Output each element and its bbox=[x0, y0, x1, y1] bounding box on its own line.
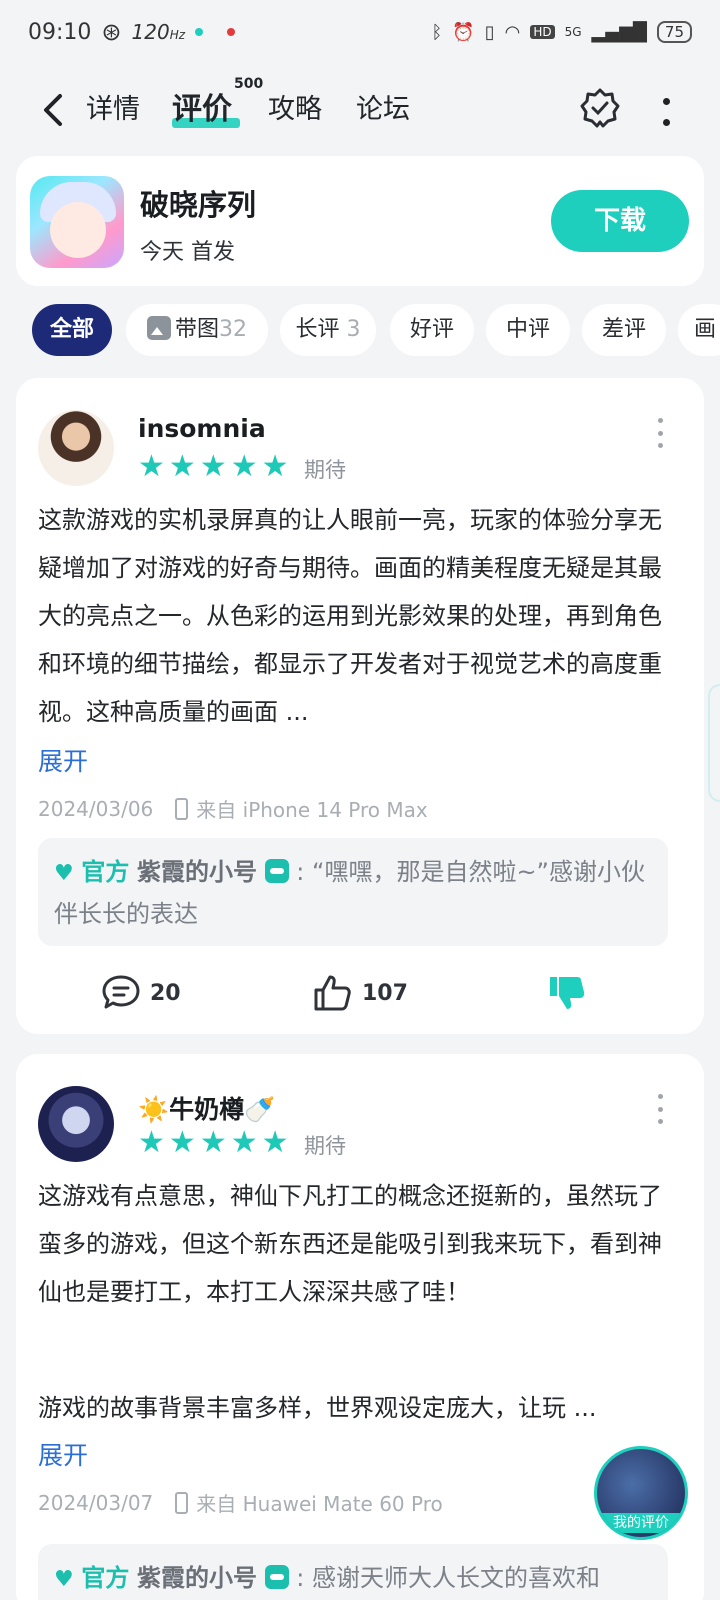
tab-reviews[interactable]: 评价 bbox=[172, 90, 232, 130]
tab-guides[interactable]: 攻略 bbox=[268, 90, 322, 130]
official-tag: 官方 bbox=[81, 1564, 130, 1592]
like-button[interactable]: 107 bbox=[312, 968, 408, 1018]
star-icon: ★ bbox=[199, 1125, 227, 1160]
official-name: 紫霞的小号 bbox=[137, 1564, 258, 1592]
star-icon: ★ bbox=[168, 449, 196, 484]
battery-icon: 75 bbox=[656, 21, 692, 43]
review-meta: 2024/03/07 来自 Huawei Mate 60 Pro bbox=[38, 1488, 443, 1517]
thumbs-up-icon bbox=[314, 975, 351, 1011]
filter-neutral[interactable]: 中评 bbox=[486, 304, 570, 356]
star-icon: ★ bbox=[261, 449, 289, 484]
app-icon bbox=[30, 176, 124, 268]
rating-tag: 期待 bbox=[304, 458, 346, 482]
review-device: 来自 iPhone 14 Pro Max bbox=[196, 798, 428, 822]
my-review-button[interactable]: 我的评价 bbox=[594, 1446, 688, 1540]
review-username[interactable]: ☀️牛奶樽🍼 bbox=[138, 1090, 275, 1126]
hd-icon: HD bbox=[530, 25, 555, 39]
review-actions: 20 107 bbox=[16, 968, 704, 1018]
filter-with-images[interactable]: 带图32 bbox=[126, 304, 268, 356]
favorite-button[interactable] bbox=[578, 86, 622, 130]
top-nav: 详情 评价 500 攻略 论坛 bbox=[0, 72, 720, 148]
review-filters: 全部 带图32 长评 3 好评 中评 差评 画 bbox=[0, 302, 720, 358]
comment-button[interactable]: 20 bbox=[100, 968, 181, 1018]
back-button[interactable] bbox=[36, 90, 72, 130]
official-reply[interactable]: ♥ 官方 紫霞的小号 : 感谢天师大人长文的喜欢和 bbox=[38, 1544, 668, 1600]
my-review-label: 我的评价 bbox=[597, 1513, 685, 1533]
review-meta: 2024/03/06 来自 iPhone 14 Pro Max bbox=[38, 794, 428, 823]
review-date: 2024/03/07 bbox=[38, 1490, 154, 1515]
alarm-icon: ⏰ bbox=[452, 21, 475, 43]
tab-forum[interactable]: 论坛 bbox=[356, 90, 410, 130]
image-icon bbox=[146, 316, 171, 340]
wifi-icon: ◠ bbox=[504, 21, 521, 43]
star-icon: ★ bbox=[230, 1125, 258, 1160]
avatar[interactable] bbox=[38, 1086, 114, 1162]
avatar[interactable] bbox=[38, 410, 114, 486]
status-bar: 09:10 ⊛ 120Hz ᛒ ⏰ ▯ ◠ HD 5G ▂▄▆█ 75 bbox=[0, 0, 720, 64]
refresh-rate: 120Hz bbox=[131, 20, 186, 44]
app-notification-icon-2 bbox=[227, 28, 236, 36]
review-count-badge: 500 bbox=[234, 76, 264, 92]
review-more-button[interactable] bbox=[654, 1094, 666, 1124]
review-text: 这款游戏的实机录屏真的让人眼前一亮，玩家的体验分享无疑增加了对游戏的好奇与期待。… bbox=[38, 506, 662, 726]
filter-negative[interactable]: 差评 bbox=[582, 304, 666, 356]
signal-icon: ▂▄▆█ bbox=[591, 21, 647, 43]
verified-heart-icon: ♥ bbox=[54, 861, 74, 886]
review-date: 2024/03/06 bbox=[38, 796, 154, 821]
official-reply[interactable]: ♥ 官方 紫霞的小号 : “嘿嘿，那是自然啦~”感谢小伙伴长长的表达 bbox=[38, 838, 668, 946]
vibrate-icon: ▯ bbox=[484, 21, 495, 43]
review-device: 来自 Huawei Mate 60 Pro bbox=[196, 1492, 443, 1516]
filter-all[interactable]: 全部 bbox=[32, 304, 112, 356]
aperture-icon: ⊛ bbox=[101, 18, 122, 46]
chevron-left-icon bbox=[44, 94, 62, 126]
rating-stars: ★ ★ ★ ★ ★ bbox=[138, 1128, 289, 1158]
comment-icon bbox=[102, 975, 140, 1009]
gamepad-icon bbox=[264, 1565, 289, 1589]
download-button[interactable]: 下载 bbox=[551, 190, 689, 252]
dislike-button[interactable] bbox=[546, 968, 588, 1018]
filter-picture[interactable]: 画 bbox=[678, 304, 720, 356]
review-username[interactable]: insomnia bbox=[138, 414, 266, 443]
filter-positive[interactable]: 好评 bbox=[390, 304, 474, 356]
star-icon: ★ bbox=[261, 1125, 289, 1160]
app-notification-icon bbox=[195, 28, 204, 36]
expand-link[interactable]: 展开 bbox=[38, 742, 88, 778]
bluetooth-icon: ᛒ bbox=[431, 21, 443, 43]
status-time: 09:10 bbox=[28, 19, 92, 45]
app-name: 破晓序列 bbox=[140, 188, 257, 222]
star-badge-icon bbox=[580, 88, 620, 128]
thumbs-down-icon bbox=[550, 977, 585, 1009]
official-reply-text: : 感谢天师大人长文的喜欢和 bbox=[296, 1564, 601, 1592]
star-icon: ★ bbox=[199, 449, 227, 484]
star-icon: ★ bbox=[168, 1125, 196, 1160]
gamepad-icon bbox=[264, 859, 289, 883]
phone-icon bbox=[175, 1491, 189, 1514]
side-drawer-handle[interactable] bbox=[708, 684, 720, 802]
expand-link[interactable]: 展开 bbox=[38, 1436, 88, 1472]
more-menu-button[interactable] bbox=[656, 92, 676, 132]
filter-long-reviews[interactable]: 长评 3 bbox=[280, 304, 376, 356]
app-release-status: 今天 首发 bbox=[140, 240, 235, 265]
official-name: 紫霞的小号 bbox=[137, 858, 258, 886]
review-card: insomnia ★ ★ ★ ★ ★ 期待 这款游戏的实机录屏真的让人眼前一亮，玩家的体… bbox=[16, 378, 704, 1034]
star-icon: ★ bbox=[138, 449, 165, 484]
rating-stars: ★ ★ ★ ★ ★ bbox=[138, 452, 289, 482]
tab-details[interactable]: 详情 bbox=[86, 90, 140, 130]
phone-icon bbox=[175, 797, 189, 820]
review-more-button[interactable] bbox=[654, 418, 666, 448]
rating-tag: 期待 bbox=[304, 1134, 346, 1158]
star-icon: ★ bbox=[138, 1125, 165, 1160]
verified-heart-icon: ♥ bbox=[54, 1567, 74, 1592]
comment-count: 20 bbox=[150, 980, 181, 1006]
star-icon: ★ bbox=[230, 449, 258, 484]
network-label: 5G bbox=[564, 25, 582, 39]
app-card[interactable]: 破晓序列 今天 首发 下载 bbox=[16, 156, 704, 286]
review-text: 这游戏有点意思，神仙下凡打工的概念还挺新的，虽然玩了蛮多的游戏，但这个新东西还是… bbox=[38, 1182, 662, 1306]
review-text-paragraph-2: 游戏的故事背景丰富多样，世界观设定庞大，让玩 ... bbox=[38, 1394, 597, 1422]
official-tag: 官方 bbox=[81, 858, 130, 886]
like-count: 107 bbox=[362, 980, 408, 1006]
